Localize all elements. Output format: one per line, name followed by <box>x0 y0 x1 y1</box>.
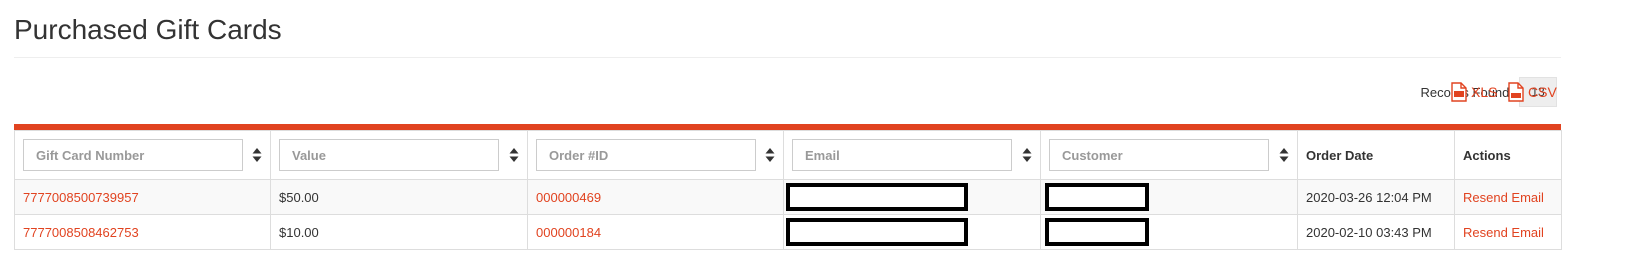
order-id-link[interactable]: 000000184 <box>536 225 601 240</box>
xls-file-icon <box>1451 82 1467 102</box>
value-cell: $10.00 <box>270 214 528 250</box>
sort-both-icon[interactable] <box>509 147 519 163</box>
column-email <box>783 130 1041 180</box>
gift-card-number-link[interactable]: 7777008500739957 <box>23 190 139 205</box>
redacted-email <box>786 183 968 211</box>
sort-both-icon[interactable] <box>1279 147 1289 163</box>
value-filter[interactable] <box>279 139 499 171</box>
sort-both-icon[interactable] <box>252 147 262 163</box>
sort-both-icon[interactable] <box>765 147 775 163</box>
export-xls-button[interactable]: XLS <box>1451 80 1497 104</box>
table-row: 7777008508462753 $10.00 000000184 2020-0… <box>14 214 1562 250</box>
customer-cell <box>1040 214 1298 250</box>
export-csv-label: CSV <box>1528 84 1557 100</box>
email-filter[interactable] <box>792 139 1012 171</box>
gift-cards-table: Order Date Actions 7777008500739957 $50.… <box>14 130 1562 250</box>
order-date-cell: 2020-03-26 12:04 PM <box>1297 179 1455 215</box>
resend-email-link[interactable]: Resend Email <box>1463 225 1544 240</box>
table-header-row: Order Date Actions <box>14 130 1562 180</box>
order-id-filter[interactable] <box>536 139 756 171</box>
column-order-id <box>527 130 784 180</box>
column-value <box>270 130 528 180</box>
redacted-email <box>786 218 968 246</box>
table-row: 7777008500739957 $50.00 000000469 2020-0… <box>14 179 1562 215</box>
redacted-customer <box>1045 218 1149 246</box>
order-date-cell: 2020-02-10 03:43 PM <box>1297 214 1455 250</box>
order-id-link[interactable]: 000000469 <box>536 190 601 205</box>
email-cell <box>783 179 1041 215</box>
customer-cell <box>1040 179 1298 215</box>
email-cell <box>783 214 1041 250</box>
title-divider <box>14 57 1561 58</box>
column-customer <box>1040 130 1298 180</box>
page-title: Purchased Gift Cards <box>14 14 282 45</box>
column-actions: Actions <box>1454 130 1562 180</box>
customer-filter[interactable] <box>1049 139 1269 171</box>
resend-email-link[interactable]: Resend Email <box>1463 190 1544 205</box>
export-csv-button[interactable]: CSV <box>1508 80 1557 104</box>
column-gift-card-number <box>14 130 271 180</box>
gift-card-number-filter[interactable] <box>23 139 243 171</box>
redacted-customer <box>1045 183 1149 211</box>
column-order-date: Order Date <box>1297 130 1455 180</box>
csv-file-icon <box>1508 82 1524 102</box>
export-xls-label: XLS <box>1471 84 1498 100</box>
sort-both-icon[interactable] <box>1022 147 1032 163</box>
value-cell: $50.00 <box>270 179 528 215</box>
gift-card-number-link[interactable]: 7777008508462753 <box>23 225 139 240</box>
